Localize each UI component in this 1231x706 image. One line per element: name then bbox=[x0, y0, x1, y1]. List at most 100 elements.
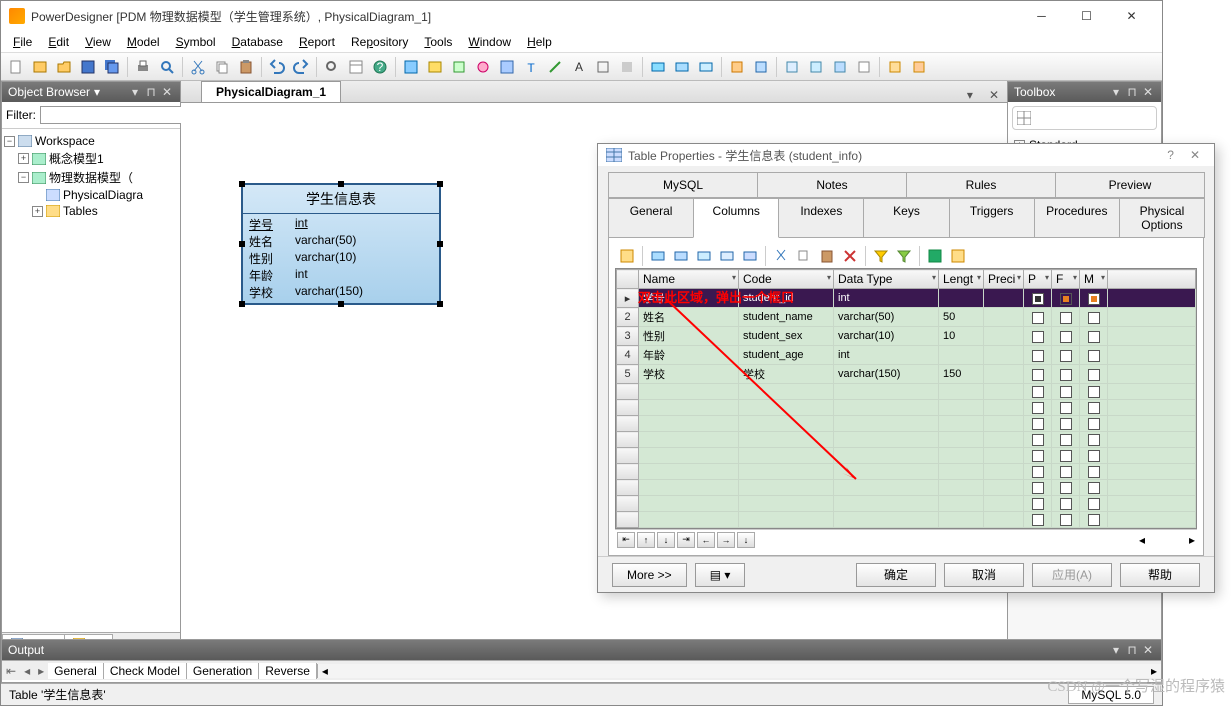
cut-icon[interactable] bbox=[187, 56, 209, 78]
help-button[interactable]: 帮助 bbox=[1120, 563, 1200, 587]
tool-icon[interactable] bbox=[695, 56, 717, 78]
nav-first-icon[interactable]: ⇤ bbox=[617, 532, 635, 548]
tab-indexes[interactable]: Indexes bbox=[778, 198, 864, 238]
close-button[interactable]: ✕ bbox=[1109, 2, 1154, 30]
tool-icon[interactable] bbox=[726, 56, 748, 78]
tool-icon[interactable] bbox=[740, 246, 760, 266]
nav-last-icon[interactable]: ⇥ bbox=[677, 532, 695, 548]
saveall-icon[interactable] bbox=[101, 56, 123, 78]
pin-icon[interactable]: ⊓ bbox=[144, 85, 158, 99]
options-button[interactable]: ▤ ▾ bbox=[695, 563, 746, 587]
cancel-button[interactable]: 取消 bbox=[944, 563, 1024, 587]
nav-right-icon[interactable]: → bbox=[717, 532, 735, 548]
output-tab[interactable]: Reverse bbox=[259, 663, 317, 679]
new-icon[interactable] bbox=[5, 56, 27, 78]
nav-down2-icon[interactable]: ↓ bbox=[737, 532, 755, 548]
nav-next-icon[interactable]: ▸ bbox=[34, 664, 48, 678]
tool-icon[interactable] bbox=[424, 56, 446, 78]
scroll-left-icon[interactable]: ◂ bbox=[1139, 533, 1145, 547]
resize-handle[interactable] bbox=[239, 301, 245, 307]
col-header[interactable]: Data Type bbox=[838, 272, 892, 286]
tool-icon[interactable] bbox=[592, 56, 614, 78]
nav-prev-icon[interactable]: ◂ bbox=[20, 664, 34, 678]
tab-procedures[interactable]: Procedures bbox=[1034, 198, 1120, 238]
text-icon[interactable]: T bbox=[520, 56, 542, 78]
resize-handle[interactable] bbox=[437, 301, 443, 307]
excel-icon[interactable] bbox=[925, 246, 945, 266]
nav-down-icon[interactable]: ↓ bbox=[657, 532, 675, 548]
tab-physical-options[interactable]: Physical Options bbox=[1119, 198, 1205, 238]
tree[interactable]: −Workspace +概念模型1 −物理数据模型（ PhysicalDiagr… bbox=[2, 129, 180, 632]
undo-icon[interactable] bbox=[266, 56, 288, 78]
pin-icon[interactable]: ▾ bbox=[1109, 85, 1123, 99]
tool-icon[interactable] bbox=[448, 56, 470, 78]
more-button[interactable]: More >> bbox=[612, 563, 687, 587]
doc-tab[interactable]: PhysicalDiagram_1 bbox=[201, 81, 341, 102]
ok-button[interactable]: 确定 bbox=[856, 563, 936, 587]
tree-label[interactable]: 物理数据模型（ bbox=[49, 169, 133, 186]
collapse-icon[interactable]: − bbox=[18, 172, 29, 183]
menu-model[interactable]: Model bbox=[119, 33, 168, 51]
columns-grid[interactable]: Name▾ Code▾ Data Type▾ Lengt▾ Preci▾ P▾ … bbox=[615, 268, 1197, 529]
col-header[interactable]: Lengt bbox=[943, 272, 973, 286]
add-icon[interactable] bbox=[671, 246, 691, 266]
dialog-close-icon[interactable]: ✕ bbox=[1184, 148, 1206, 162]
menu-edit[interactable]: Edit bbox=[40, 33, 77, 51]
table-row[interactable]: 4年龄student_ageint bbox=[617, 346, 1196, 365]
find-icon[interactable] bbox=[321, 56, 343, 78]
filter-icon[interactable] bbox=[871, 246, 891, 266]
tab-columns[interactable]: Columns bbox=[693, 198, 779, 238]
pin-icon[interactable]: ⊓ bbox=[1125, 85, 1139, 99]
dialog-help-icon[interactable]: ? bbox=[1157, 148, 1184, 162]
resize-handle[interactable] bbox=[239, 241, 245, 247]
resize-handle[interactable] bbox=[338, 301, 344, 307]
tool-icon[interactable] bbox=[853, 56, 875, 78]
save-icon[interactable] bbox=[77, 56, 99, 78]
font-icon[interactable]: A bbox=[568, 56, 590, 78]
tool-icon[interactable] bbox=[544, 56, 566, 78]
new-project-icon[interactable] bbox=[29, 56, 51, 78]
tree-label[interactable]: Tables bbox=[63, 204, 98, 218]
paste-icon[interactable] bbox=[817, 246, 837, 266]
resize-handle[interactable] bbox=[437, 241, 443, 247]
menu-view[interactable]: View bbox=[77, 33, 119, 51]
tab-preview[interactable]: Preview bbox=[1055, 172, 1205, 198]
menu-tools[interactable]: Tools bbox=[416, 33, 460, 51]
scroll-left-icon[interactable]: ◂ bbox=[318, 664, 332, 678]
print-icon[interactable] bbox=[132, 56, 154, 78]
table-row[interactable]: ▸学号student_idint bbox=[617, 289, 1196, 308]
maximize-button[interactable]: ☐ bbox=[1064, 2, 1109, 30]
tool-icon[interactable] bbox=[400, 56, 422, 78]
resize-handle[interactable] bbox=[239, 181, 245, 187]
close-tab-icon[interactable]: ✕ bbox=[981, 88, 1007, 102]
nav-first-icon[interactable]: ⇤ bbox=[2, 664, 20, 678]
col-header[interactable]: Code bbox=[743, 272, 772, 286]
tool-icon[interactable] bbox=[948, 246, 968, 266]
tool-icon[interactable] bbox=[829, 56, 851, 78]
pin-icon[interactable]: ▾ bbox=[128, 85, 142, 99]
tab-general[interactable]: General bbox=[608, 198, 694, 238]
menu-symbol[interactable]: Symbol bbox=[168, 33, 224, 51]
output-tab[interactable]: Check Model bbox=[104, 663, 187, 679]
col-header[interactable]: Name bbox=[643, 272, 675, 286]
tool-icon[interactable] bbox=[750, 56, 772, 78]
tool-icon[interactable] bbox=[616, 56, 638, 78]
menu-help[interactable]: Help bbox=[519, 33, 560, 51]
tool-icon[interactable] bbox=[496, 56, 518, 78]
cut-icon[interactable] bbox=[771, 246, 791, 266]
tool-icon[interactable] bbox=[908, 56, 930, 78]
copy-icon[interactable] bbox=[211, 56, 233, 78]
table-row[interactable]: 5学校学校varchar(150)150 bbox=[617, 365, 1196, 384]
output-tab[interactable]: Generation bbox=[187, 663, 259, 679]
table-row[interactable]: 2姓名student_namevarchar(50)50 bbox=[617, 308, 1196, 327]
insert-icon[interactable] bbox=[648, 246, 668, 266]
menu-repository[interactable]: Repository bbox=[343, 33, 416, 51]
tab-triggers[interactable]: Triggers bbox=[949, 198, 1035, 238]
tree-label[interactable]: Workspace bbox=[35, 134, 95, 148]
tool-icon[interactable] bbox=[617, 246, 637, 266]
close-icon[interactable]: ✕ bbox=[160, 85, 174, 99]
scroll-right-icon[interactable]: ▸ bbox=[1189, 533, 1195, 547]
menu-file[interactable]: File bbox=[5, 33, 40, 51]
minimize-button[interactable]: ─ bbox=[1019, 2, 1064, 30]
menu-report[interactable]: Report bbox=[291, 33, 343, 51]
